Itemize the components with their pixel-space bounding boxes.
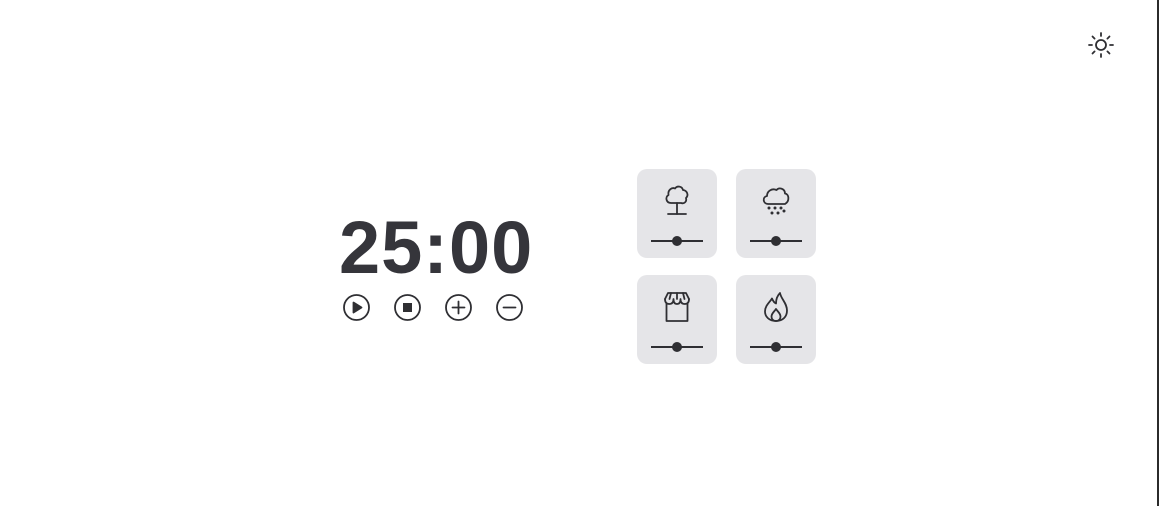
ambient-sounds-grid <box>637 169 816 364</box>
tree-icon <box>657 181 697 221</box>
decrease-button[interactable] <box>495 293 524 322</box>
minus-icon <box>496 294 523 321</box>
app-page: 25:00 <box>0 0 1159 506</box>
play-icon <box>343 294 370 321</box>
plus-icon <box>445 294 472 321</box>
timer-controls <box>342 293 534 322</box>
slider-thumb[interactable] <box>672 342 682 352</box>
volume-slider-fireplace[interactable] <box>750 341 802 353</box>
volume-slider-forest[interactable] <box>651 235 703 247</box>
sound-card-fireplace[interactable] <box>736 275 816 364</box>
slider-thumb[interactable] <box>672 236 682 246</box>
slider-thumb[interactable] <box>771 342 781 352</box>
timer-panel: 25:00 <box>334 205 534 322</box>
storefront-icon <box>657 287 697 327</box>
timer-display: 25:00 <box>339 206 534 289</box>
sound-card-forest[interactable] <box>637 169 717 258</box>
theme-toggle-button[interactable] <box>1086 30 1116 60</box>
sound-card-coffee-shop[interactable] <box>637 275 717 364</box>
volume-slider-coffee-shop[interactable] <box>651 341 703 353</box>
stop-icon <box>394 294 421 321</box>
sound-card-rain[interactable] <box>736 169 816 258</box>
slider-thumb[interactable] <box>771 236 781 246</box>
stop-button[interactable] <box>393 293 422 322</box>
cloud-rain-icon <box>756 181 796 221</box>
sun-icon <box>1088 32 1114 58</box>
volume-slider-rain[interactable] <box>750 235 802 247</box>
flame-icon <box>756 287 796 327</box>
play-button[interactable] <box>342 293 371 322</box>
increase-button[interactable] <box>444 293 473 322</box>
